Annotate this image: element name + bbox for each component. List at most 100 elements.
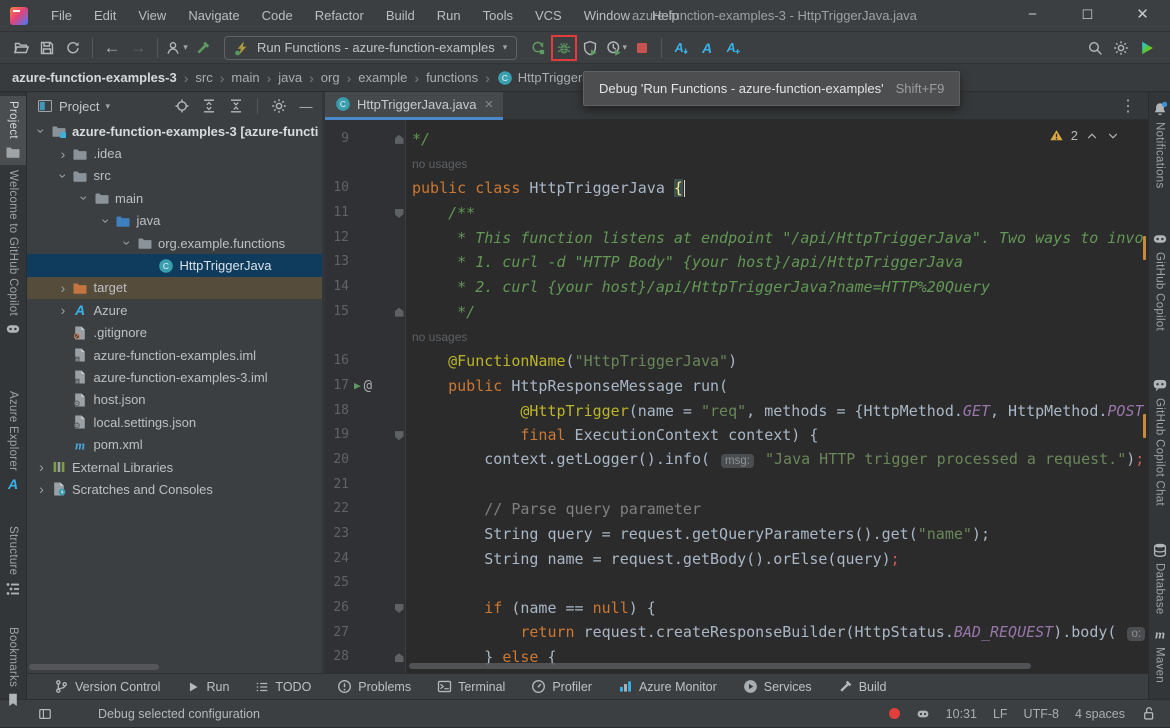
warning-stripe-mark[interactable] bbox=[1143, 236, 1146, 260]
fold-zone[interactable] bbox=[393, 134, 405, 144]
line-number[interactable]: 14 bbox=[325, 275, 349, 300]
breadcrumb-example[interactable]: example bbox=[358, 70, 407, 85]
stripe-item-project[interactable]: Project bbox=[0, 96, 26, 165]
gutter[interactable]: 24 bbox=[325, 547, 406, 572]
line-number[interactable]: 28 bbox=[325, 645, 349, 670]
stop-button[interactable] bbox=[629, 35, 655, 61]
menu-run[interactable]: Run bbox=[426, 0, 472, 31]
menu-tools[interactable]: Tools bbox=[472, 0, 524, 31]
fold-zone[interactable] bbox=[393, 603, 405, 613]
line-number[interactable]: 26 bbox=[325, 596, 349, 621]
gutter[interactable]: 20 bbox=[325, 448, 406, 473]
gutter[interactable]: 13 bbox=[325, 250, 406, 275]
tree-item-azure-function-examples-3-iml[interactable]: azure-function-examples-3.iml bbox=[27, 366, 322, 388]
ide-plugin-button[interactable] bbox=[1134, 35, 1160, 61]
fold-zone[interactable] bbox=[393, 431, 405, 441]
tree-chevron-icon[interactable]: › bbox=[34, 123, 50, 140]
gutter[interactable]: 16 bbox=[325, 349, 406, 374]
encoding[interactable]: UTF-8 bbox=[1024, 707, 1059, 721]
gutter[interactable]: 26 bbox=[325, 596, 406, 621]
menu-refactor[interactable]: Refactor bbox=[304, 0, 375, 31]
gutter[interactable]: 28 bbox=[325, 645, 406, 670]
open-button[interactable] bbox=[8, 35, 34, 61]
breadcrumb-src[interactable]: src bbox=[195, 70, 212, 85]
tree-item-target[interactable]: › target bbox=[27, 276, 322, 300]
toolwindow-todo[interactable]: TODO bbox=[242, 674, 324, 699]
stripe-item-structure[interactable]: Structure bbox=[0, 521, 26, 601]
stripe-item-bookmarks[interactable]: Bookmarks bbox=[0, 622, 26, 713]
run-with-coverage-button[interactable] bbox=[577, 35, 603, 61]
stripe-item-github-copilot-chat[interactable]: GitHub Copilot Chat bbox=[1149, 372, 1170, 511]
azure-explorer-button[interactable]: A bbox=[694, 35, 720, 61]
run-button[interactable] bbox=[525, 35, 551, 61]
lock-icon[interactable] bbox=[1141, 706, 1156, 721]
toolwindow-terminal[interactable]: Terminal bbox=[424, 674, 518, 699]
debug-button[interactable] bbox=[551, 34, 578, 61]
toolwindow-services[interactable]: Services bbox=[730, 674, 825, 699]
close-icon[interactable]: × bbox=[484, 96, 493, 113]
line-number[interactable]: 21 bbox=[325, 473, 349, 498]
tree-chevron-icon[interactable]: › bbox=[33, 482, 50, 496]
tree-item-scratches-and-consoles[interactable]: › Scratches and Consoles bbox=[27, 478, 322, 500]
breadcrumb-java[interactable]: java bbox=[278, 70, 302, 85]
line-number[interactable]: 12 bbox=[325, 226, 349, 251]
gutter[interactable]: 19 bbox=[325, 423, 406, 448]
line-number[interactable]: 29 bbox=[325, 670, 349, 673]
tree-item-azure[interactable]: › A Azure bbox=[27, 299, 322, 321]
tree-chevron-icon[interactable]: › bbox=[55, 147, 72, 161]
run-method-icon[interactable]: ▶ bbox=[354, 374, 361, 399]
tree-item-azure-function-examples-3-azure-functi[interactable]: › azure-function-examples-3 [azure-functi bbox=[27, 120, 322, 142]
azure-add-button[interactable]: A bbox=[720, 35, 746, 61]
gutter[interactable]: 23 bbox=[325, 522, 406, 547]
tree-chevron-icon[interactable]: › bbox=[120, 235, 136, 252]
sync-button[interactable] bbox=[60, 35, 86, 61]
collapse-all-button[interactable] bbox=[226, 96, 246, 116]
tree-chevron-icon[interactable]: › bbox=[55, 303, 72, 317]
line-number[interactable]: 22 bbox=[325, 497, 349, 522]
fold-zone[interactable] bbox=[393, 653, 405, 663]
menu-edit[interactable]: Edit bbox=[83, 0, 127, 31]
gutter[interactable]: 12 bbox=[325, 226, 406, 251]
line-number[interactable]: 25 bbox=[325, 571, 349, 596]
vcs-user-button[interactable]: ▾ bbox=[164, 35, 190, 61]
gutter[interactable]: 29 bbox=[325, 670, 406, 673]
minimize-button[interactable]: − bbox=[1005, 0, 1060, 32]
tree-chevron-icon[interactable]: › bbox=[98, 212, 114, 229]
stripe-item-database[interactable]: Database bbox=[1149, 537, 1170, 620]
line-number[interactable]: 20 bbox=[325, 448, 349, 473]
line-number[interactable]: 27 bbox=[325, 621, 349, 646]
stripe-item-notifications[interactable]: Notifications bbox=[1149, 96, 1170, 194]
tree-chevron-icon[interactable]: › bbox=[55, 281, 72, 295]
line-number[interactable]: 10 bbox=[325, 176, 349, 201]
gutter[interactable]: 17 ▶ @ bbox=[325, 374, 406, 399]
close-button[interactable]: ✕ bbox=[1115, 0, 1170, 32]
line-number[interactable]: 19 bbox=[325, 423, 349, 448]
back-button[interactable]: ← bbox=[99, 35, 125, 61]
line-number[interactable]: 13 bbox=[325, 250, 349, 275]
line-number[interactable]: 23 bbox=[325, 522, 349, 547]
menu-view[interactable]: View bbox=[127, 0, 177, 31]
gutter[interactable]: 11 bbox=[325, 201, 406, 226]
gutter[interactable]: 18 bbox=[325, 399, 406, 424]
indent-style[interactable]: 4 spaces bbox=[1075, 707, 1125, 721]
layout-icon[interactable] bbox=[38, 707, 52, 721]
gutter[interactable]: 27 bbox=[325, 621, 406, 646]
fold-marker-icon[interactable] bbox=[394, 431, 404, 441]
menu-file[interactable]: File bbox=[40, 0, 83, 31]
breadcrumb-functions[interactable]: functions bbox=[426, 70, 478, 85]
save-all-button[interactable] bbox=[34, 35, 60, 61]
prev-issue-icon[interactable] bbox=[1085, 129, 1099, 143]
warning-stripe-mark[interactable] bbox=[1143, 414, 1146, 438]
tree-item-java[interactable]: › java bbox=[27, 210, 322, 232]
project-scrollbar[interactable] bbox=[29, 664, 159, 670]
crosshair-button[interactable] bbox=[172, 96, 192, 116]
search-everywhere-button[interactable] bbox=[1082, 35, 1108, 61]
tree-item-main[interactable]: › main bbox=[27, 187, 322, 209]
tree-item-host-json[interactable]: host.json bbox=[27, 389, 322, 411]
editor-hscrollbar[interactable] bbox=[409, 663, 1031, 669]
hide-panel-button[interactable]: — bbox=[296, 96, 316, 116]
tree-item-gitignore[interactable]: .gitignore bbox=[27, 322, 322, 344]
fold-marker-icon[interactable] bbox=[394, 208, 404, 218]
tab-httptriggerjava[interactable]: C HttpTriggerJava.java × bbox=[325, 92, 504, 120]
breadcrumb-main[interactable]: main bbox=[231, 70, 259, 85]
